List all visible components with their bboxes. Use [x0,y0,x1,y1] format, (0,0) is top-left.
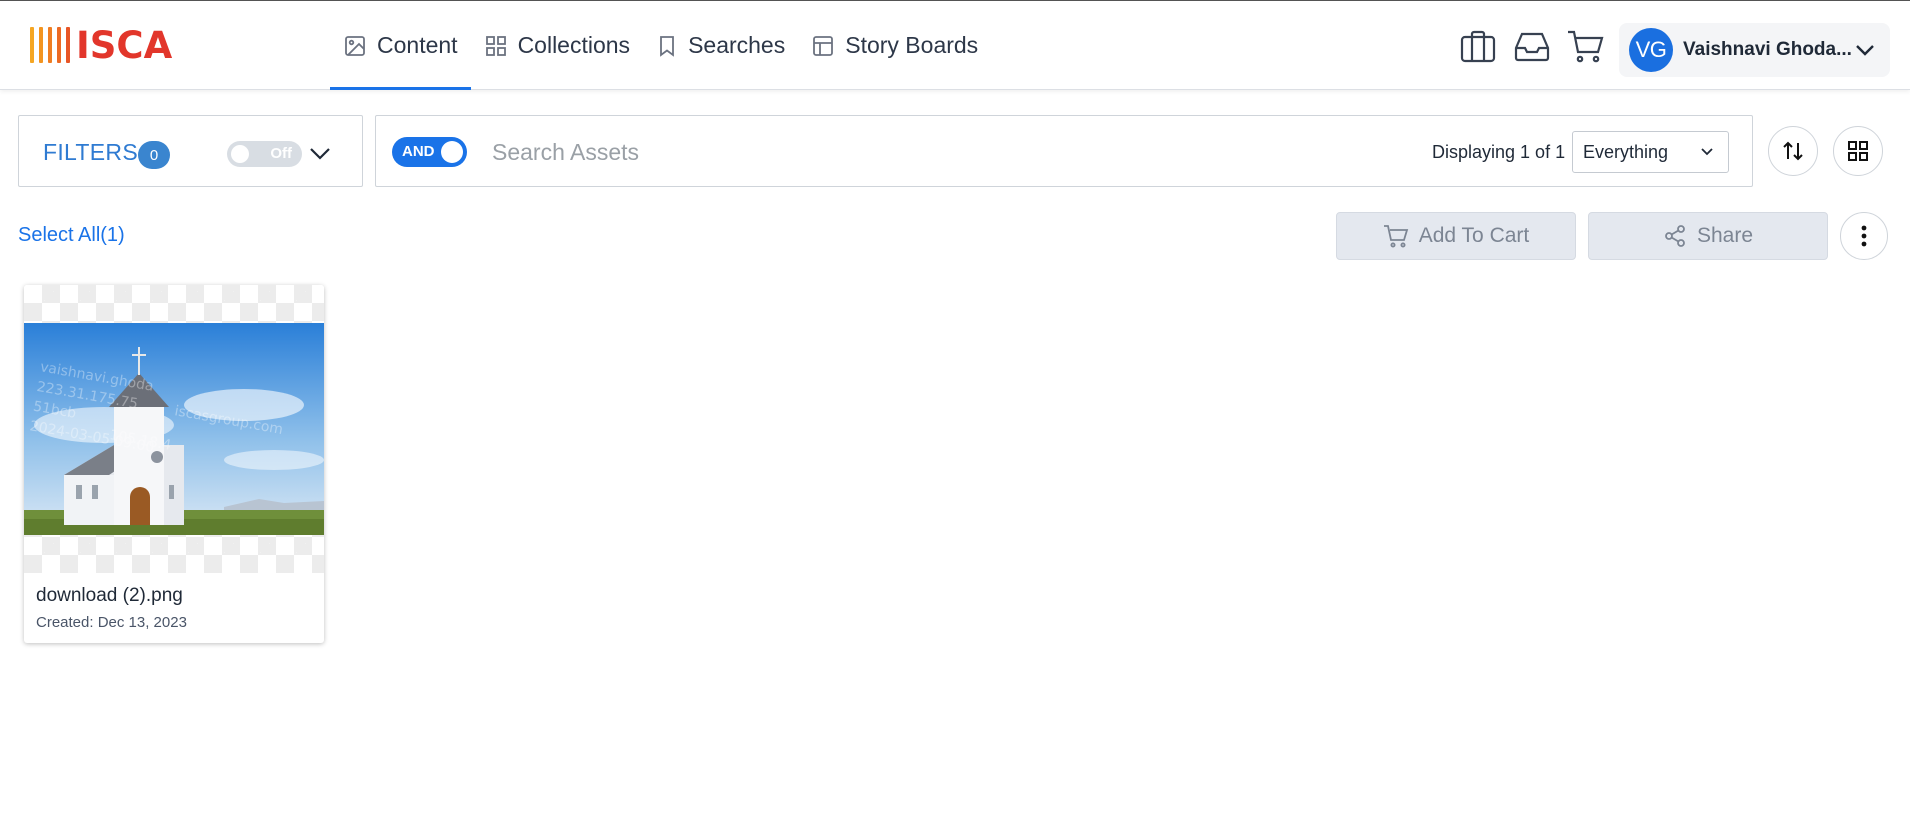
toggle-knob [441,141,463,163]
share-label: Share [1696,224,1754,247]
scope-select[interactable]: Everything [1572,131,1729,173]
more-vertical-icon [1861,225,1867,247]
image-icon [345,35,365,56]
tab-content[interactable]: Content [330,1,471,90]
add-to-cart-label: Add To Cart [1418,224,1530,247]
church-photo: vaishnavi.ghoda 223.31.175.75 51bcb 2024… [24,323,324,535]
sort-icon [1783,141,1803,161]
filters-toggle-label: Off [270,145,292,162]
cart-icon[interactable] [1566,27,1604,65]
and-or-toggle[interactable]: AND [392,137,467,167]
select-all-link[interactable]: Select All(1) [18,224,125,247]
grid-view-button[interactable] [1833,126,1883,176]
tab-collections[interactable]: Collections [471,1,644,90]
filters-panel: FILTERS 0 Off [18,115,363,187]
layout-icon [813,35,834,56]
logo-text: ISCA [76,23,173,67]
briefcase-icon[interactable] [1459,27,1497,65]
bookmark-icon [660,35,674,57]
tab-content-label: Content [377,32,458,58]
add-to-cart-button[interactable]: Add To Cart [1336,212,1576,260]
and-toggle-label: AND [402,143,435,160]
tab-collections-label: Collections [517,32,631,58]
user-menu[interactable]: VG Vaishnavi Ghoda... [1619,23,1890,77]
asset-title[interactable]: download (2).png [36,585,183,607]
search-bar: AND Displaying 1 of 1 Everything [375,115,1753,187]
more-options-button[interactable] [1840,212,1888,260]
chevron-down-icon [1701,148,1713,156]
results-count: Displaying 1 of 1 [1432,142,1566,162]
tab-searches-label: Searches [688,32,786,58]
cart-icon [1383,225,1408,248]
search-input[interactable] [492,134,1092,170]
tab-searches[interactable]: Searches [643,1,798,90]
tab-story-boards-label: Story Boards [845,32,979,58]
isca-logo[interactable]: ISCA [30,25,172,65]
scope-select-value: Everything [1583,142,1669,162]
avatar: VG [1629,28,1673,72]
chevron-down-icon [1856,45,1874,56]
chevron-down-icon[interactable] [308,143,332,163]
filters-label[interactable]: FILTERS [43,139,138,166]
logo-bars [30,27,70,63]
grid-view-icon [1848,141,1868,161]
app-header: ISCA Content Collections Searches Story … [0,1,1910,90]
asset-card[interactable]: vaishnavi.ghoda 223.31.175.75 51bcb 2024… [24,285,324,643]
filters-toggle[interactable]: Off [227,141,302,167]
tab-story-boards[interactable]: Story Boards [798,1,991,90]
user-name: Vaishnavi Ghoda... [1683,39,1852,60]
asset-thumbnail[interactable]: vaishnavi.ghoda 223.31.175.75 51bcb 2024… [24,285,324,573]
sort-button[interactable] [1768,126,1818,176]
share-icon [1665,225,1685,247]
grid-icon [485,35,506,56]
inbox-icon[interactable] [1513,27,1551,65]
filters-count-badge: 0 [138,141,170,169]
toggle-knob [231,145,249,163]
asset-created-date: Created: Dec 13, 2023 [36,614,187,631]
main-nav: Content Collections Searches Story Board… [330,1,991,90]
share-button[interactable]: Share [1588,212,1828,260]
